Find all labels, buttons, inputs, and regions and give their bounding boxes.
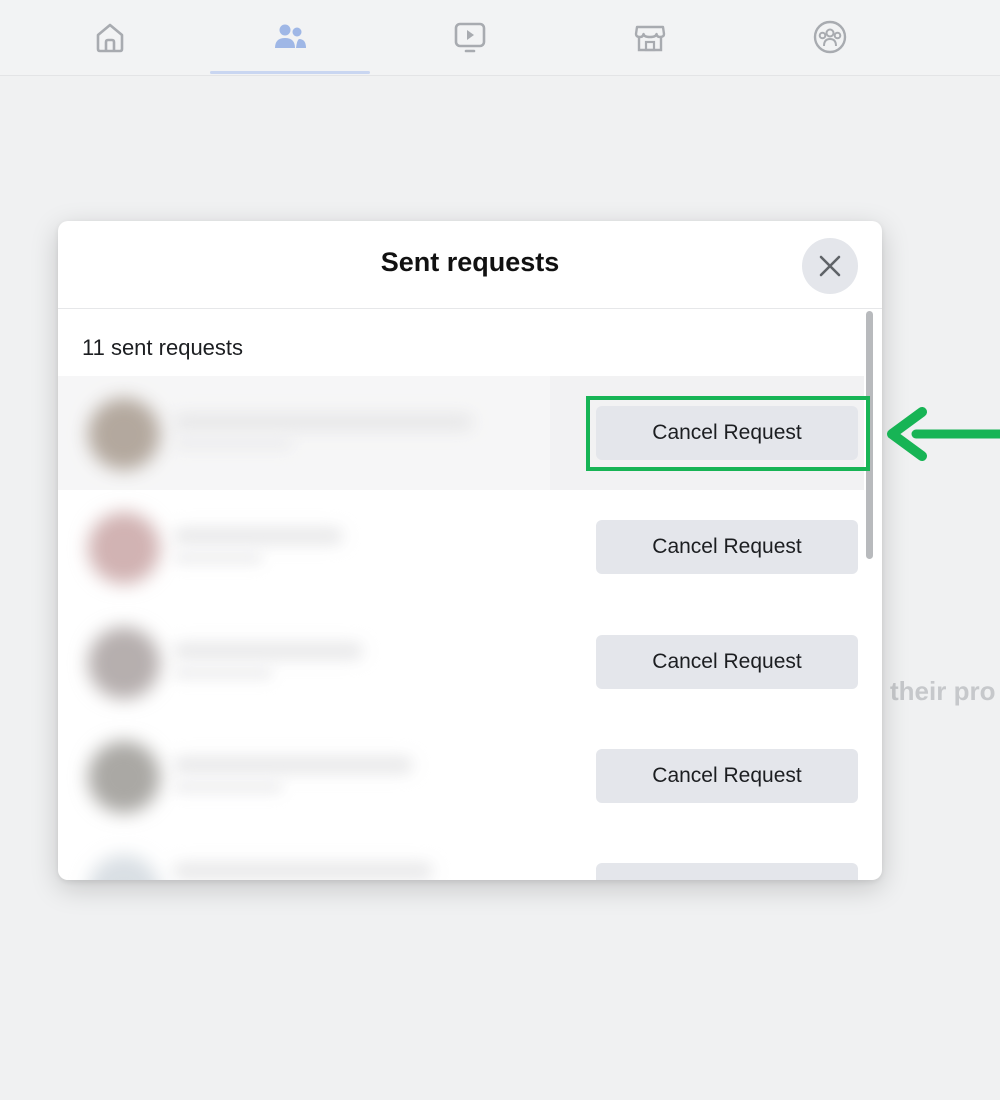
cancel-request-button[interactable]: Cancel Request [596,635,858,689]
watch-icon [454,22,486,53]
blurred-subtitle [173,781,283,793]
blurred-subtitle [173,438,293,450]
top-navigation [0,0,1000,76]
cancel-request-button[interactable]: Cancel Request [596,520,858,574]
home-icon [96,23,124,53]
avatar [88,398,160,470]
sent-requests-dialog: Sent requests 11 sent requests Cancel Re… [58,221,882,880]
avatar [88,855,160,880]
arrow-left-icon [887,407,1000,461]
nav-tab-home[interactable] [30,0,190,74]
sent-requests-count: 11 sent requests [82,335,244,360]
close-icon [819,255,841,277]
nav-tab-friends[interactable] [210,0,370,74]
blurred-name [173,528,343,544]
blurred-name [173,757,413,773]
blurred-subtitle [173,667,273,679]
groups-icon [813,20,847,54]
request-row: Cancel Request [58,490,864,604]
highlight-annotation-box [586,396,870,471]
blurred-subtitle [173,552,263,564]
request-row [58,833,864,880]
request-row: Cancel Request [58,719,864,833]
dialog-title: Sent requests [380,247,560,277]
friends-icon [275,24,306,48]
avatar [88,512,160,584]
nav-tab-marketplace[interactable] [570,0,730,74]
nav-tab-groups[interactable] [750,0,910,74]
cancel-request-button[interactable] [596,863,858,880]
blurred-name [173,414,473,430]
avatar [88,627,160,699]
nav-tab-watch[interactable] [390,0,550,74]
blurred-name [173,643,363,659]
close-button[interactable] [802,238,858,294]
avatar [88,741,160,813]
marketplace-icon [634,25,666,52]
dialog-header: Sent requests [58,221,882,309]
blurred-name [173,863,433,879]
request-row: Cancel Request [58,605,864,719]
cancel-request-button[interactable]: Cancel Request [596,749,858,803]
background-page-text: their pro [890,676,996,706]
